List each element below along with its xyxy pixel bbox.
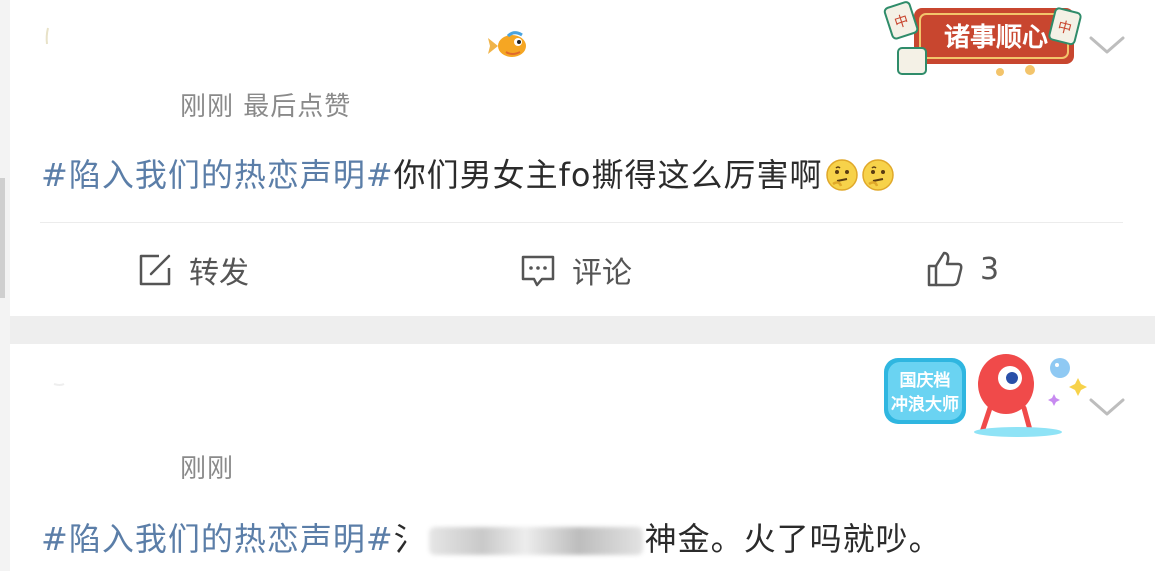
badge-text-line2: 冲浪大师 [891, 394, 959, 415]
like-count: 3 [980, 251, 1000, 287]
badge-text-line1: 国庆档 [900, 370, 951, 391]
post-text-prefix: 氵 [393, 520, 427, 558]
avatar[interactable] [42, 24, 62, 46]
badge-guoqingdang-chonglang-dashi[interactable]: 国庆档 冲浪大师 [878, 348, 1094, 438]
post-content: #陷入我们的热恋声明#你们男女主fo撕得这么厉害啊 [41, 150, 895, 196]
badge-zhushi-shunxin[interactable]: 中 中 诸事顺心 [880, 0, 1090, 80]
redacted-text [428, 527, 643, 555]
chevron-down-icon[interactable] [1087, 396, 1127, 418]
weibo-post-card[interactable]: 中 中 诸事顺心 刚刚 最后点赞 #陷入我们的热恋声明#你们男女主fo撕得这么厉… [10, 0, 1155, 316]
comment-icon [521, 255, 555, 287]
repost-button[interactable]: 转发 [135, 248, 249, 292]
post-content: #陷入我们的热恋声明#氵 神金。火了吗就吵。 [41, 514, 942, 560]
scroll-indicator [0, 178, 5, 298]
post-timestamp: 刚刚 [180, 454, 235, 484]
post-timestamp: 刚刚 最后点赞 [180, 92, 352, 122]
like-button[interactable]: 3 [924, 248, 999, 290]
badge-text: 诸事顺心 [944, 23, 1048, 53]
topic-link[interactable]: #陷入我们的热恋声明# [41, 520, 394, 558]
weibo-post-card[interactable]: 国庆档 冲浪大师 刚刚 #陷入我们的热恋声明#氵 神金。火了吗就吵。 [10, 344, 1155, 571]
topic-link[interactable]: #陷入我们的热恋声明# [41, 156, 394, 194]
chevron-down-icon[interactable] [1087, 34, 1127, 56]
thumbs-up-icon [927, 251, 963, 287]
repost-icon [139, 254, 171, 286]
comment-button[interactable]: 评论 [518, 248, 632, 292]
post-text-suffix: 神金。火了吗就吵。 [644, 520, 942, 558]
comment-label: 评论 [572, 256, 632, 291]
divider [40, 222, 1123, 223]
feed-separator [10, 316, 1155, 344]
fish-emblem-icon [488, 31, 526, 57]
repost-label: 转发 [189, 256, 249, 291]
avatar[interactable] [50, 380, 70, 402]
thinking-face-icon [861, 159, 894, 191]
post-text: 你们男女主fo撕得这么厉害啊 [393, 156, 823, 194]
thinking-face-icon [825, 159, 858, 191]
left-edge [0, 0, 10, 571]
